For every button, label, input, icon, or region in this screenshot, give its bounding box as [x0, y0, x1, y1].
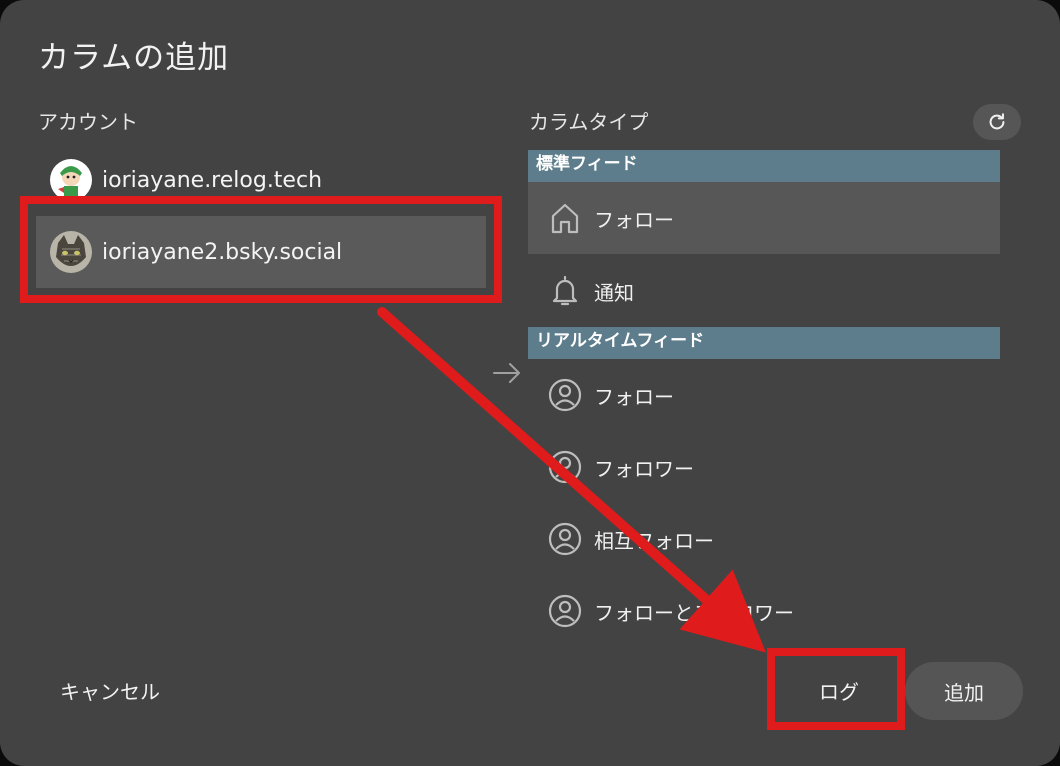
login-button[interactable]: ログ [780, 664, 898, 716]
bell-icon [548, 274, 582, 308]
column-type-item[interactable]: フォロワー [528, 431, 1000, 503]
arrow-right-icon [493, 363, 520, 383]
user-circle-icon [548, 378, 582, 412]
add-column-dialog: カラムの追加 アカウント カラムタイプ ioriayane.relog.tech [0, 0, 1060, 766]
column-type-item[interactable]: フォロー [528, 359, 1000, 431]
column-type-label: 通知 [594, 280, 634, 305]
column-type-item[interactable]: フォローとフォロワー [528, 575, 1000, 647]
column-type-label: フォロワー [594, 456, 694, 481]
group-header-realtime: リアルタイムフィード [528, 327, 1000, 359]
avatar [50, 159, 92, 201]
account-section-label: アカウント [38, 110, 138, 134]
column-type-section-label: カラムタイプ [529, 110, 649, 134]
group-header-standard: 標準フィード [528, 150, 1000, 182]
column-type-label: 相互フォロー [594, 528, 714, 553]
column-type-item[interactable]: 通知 [528, 255, 1000, 327]
account-item[interactable]: ioriayane.relog.tech [36, 144, 486, 216]
account-item[interactable]: ioriayane2.bsky.social [36, 216, 486, 288]
column-type-item[interactable]: 相互フォロー [528, 503, 1000, 575]
refresh-button[interactable] [973, 104, 1021, 140]
dialog-title: カラムの追加 [38, 40, 230, 76]
column-type-label: フォロー [594, 384, 674, 409]
column-type-item[interactable]: フォロー [528, 182, 1000, 254]
cancel-button[interactable]: キャンセル [40, 664, 180, 716]
user-circle-icon [548, 450, 582, 484]
column-type-label: フォロー [594, 207, 674, 232]
home-icon [548, 201, 582, 235]
refresh-icon [989, 113, 1005, 130]
user-circle-icon [548, 594, 582, 628]
account-handle: ioriayane2.bsky.social [102, 239, 343, 265]
avatar [50, 231, 92, 273]
user-circle-icon [548, 522, 582, 556]
add-button[interactable]: 追加 [905, 662, 1023, 720]
account-handle: ioriayane.relog.tech [102, 167, 323, 193]
column-type-label: フォローとフォロワー [594, 600, 794, 625]
